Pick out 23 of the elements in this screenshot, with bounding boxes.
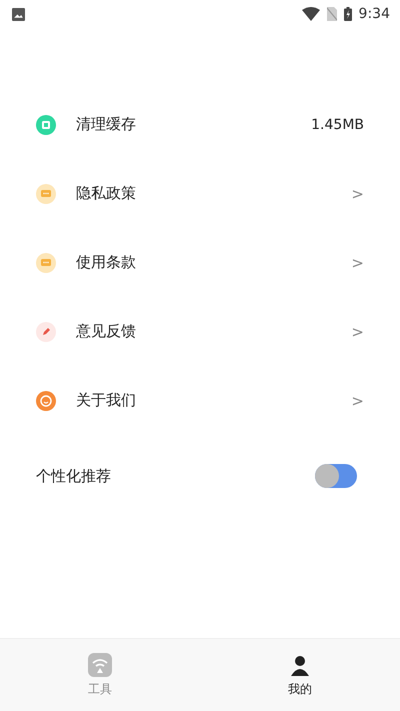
settings-item[interactable]: 使用条款 > bbox=[0, 228, 400, 297]
pencil-icon bbox=[36, 322, 56, 342]
chat-bubble-icon bbox=[36, 252, 56, 272]
image-icon bbox=[12, 8, 25, 20]
cache-size: 1.45MB bbox=[311, 116, 364, 132]
status-time: 9:34 bbox=[358, 6, 390, 22]
chevron: > bbox=[351, 254, 364, 272]
chat-bubble-icon bbox=[36, 184, 56, 204]
chevron: > bbox=[351, 322, 364, 340]
wifi-icon bbox=[302, 7, 320, 21]
settings-item[interactable]: 清理缓存 1.45MB bbox=[0, 90, 400, 159]
settings-item[interactable]: 关于我们 > bbox=[0, 366, 400, 435]
no-sim-icon bbox=[326, 7, 337, 21]
toggle-switch[interactable] bbox=[315, 464, 357, 488]
settings-item[interactable]: 隐私政策 > bbox=[0, 159, 400, 228]
battery-icon bbox=[344, 7, 352, 21]
chevron: > bbox=[351, 184, 364, 202]
signal-icon bbox=[88, 652, 112, 676]
smile-icon bbox=[36, 390, 56, 410]
nav-tab[interactable]: 我的 bbox=[200, 639, 400, 711]
chevron: > bbox=[351, 392, 364, 410]
settings-item[interactable]: 意见反馈 > bbox=[0, 297, 400, 366]
setting-label: 个性化推荐 bbox=[36, 466, 111, 486]
